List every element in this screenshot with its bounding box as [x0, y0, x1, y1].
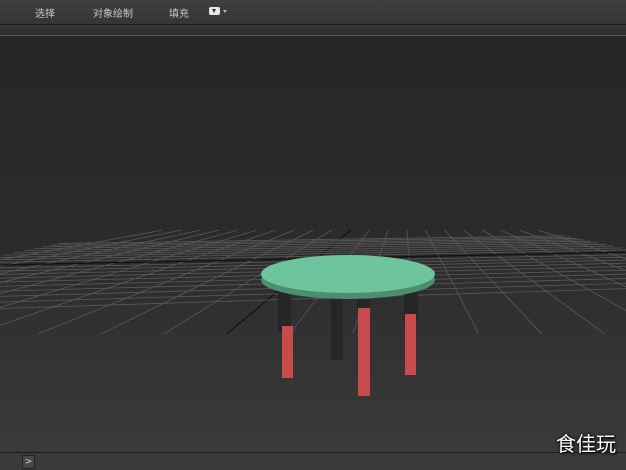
- top-menubar: 选择 对象绘制 填充: [0, 0, 626, 25]
- ribbon-panel-strip: [0, 25, 626, 36]
- dropdown-box-icon: [209, 7, 220, 15]
- table-leg-right: [405, 314, 416, 375]
- table-leg-left-top: [278, 288, 291, 332]
- menu-object-paint[interactable]: 对象绘制: [93, 5, 133, 20]
- perspective-viewport[interactable]: [0, 36, 626, 452]
- scene-canvas: [0, 229, 626, 396]
- tabletop: [261, 255, 435, 293]
- table-leg-back: [331, 298, 343, 360]
- menu-populate[interactable]: 填充: [169, 5, 189, 20]
- status-bar: >: [0, 452, 626, 470]
- expand-button[interactable]: >: [22, 455, 35, 469]
- table-leg-left: [282, 326, 293, 378]
- chevron-down-icon: [223, 10, 227, 13]
- ribbon-dropdown-button[interactable]: [209, 6, 231, 18]
- round-table[interactable]: [261, 255, 435, 396]
- table-leg-front: [358, 308, 370, 396]
- watermark-text: 食佳玩: [556, 432, 616, 456]
- menu-select[interactable]: 选择: [35, 5, 55, 20]
